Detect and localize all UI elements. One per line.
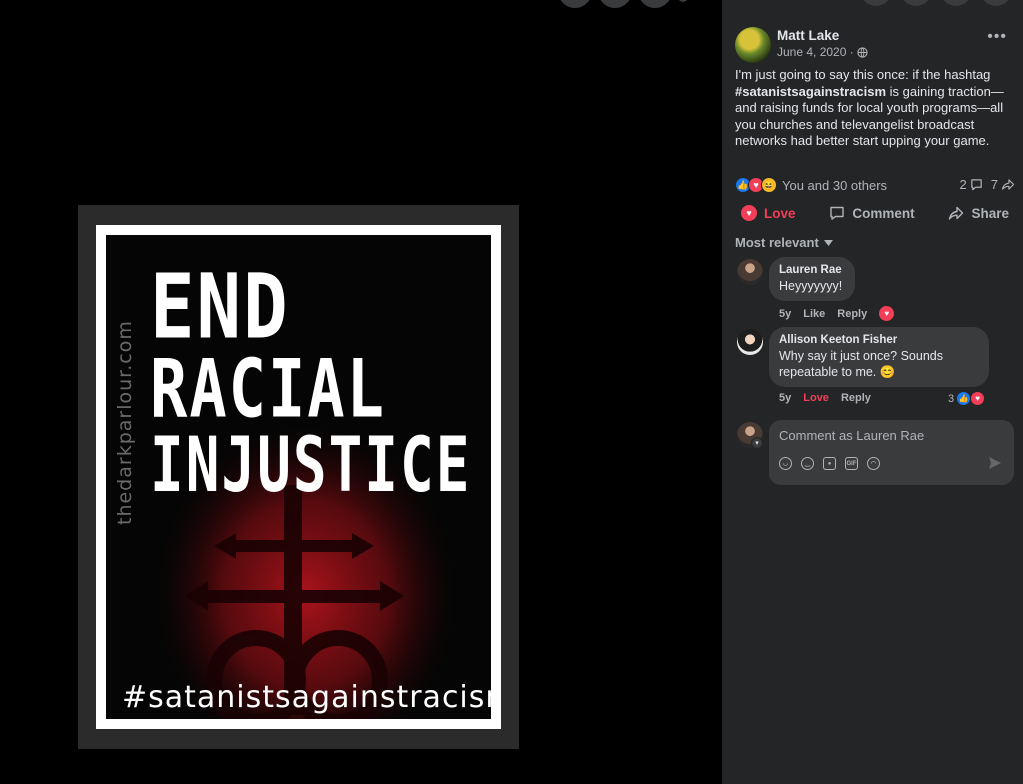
comment-time[interactable]: 5y	[779, 392, 791, 404]
post-text-start: I'm just going to say this once: if the …	[735, 67, 991, 82]
share-count[interactable]: 7	[991, 177, 1015, 192]
love-button[interactable]: ♥ Love	[735, 203, 802, 223]
comment-reply-button[interactable]: Reply	[837, 308, 867, 320]
messenger-button[interactable]	[900, 0, 932, 6]
zoom-in-button[interactable]	[598, 0, 632, 8]
share-count-value: 7	[990, 177, 998, 192]
love-icon: ♥	[879, 306, 895, 321]
comment-time[interactable]: 5y	[779, 308, 791, 320]
comment-button[interactable]: Comment	[823, 203, 920, 223]
share-button[interactable]: Share	[942, 203, 1015, 223]
comment-meta: 5y Love Reply	[779, 392, 871, 404]
chevron-down-icon	[823, 239, 833, 246]
zoom-out-button[interactable]	[558, 0, 592, 8]
post-date-text: June 4, 2020 ·	[777, 45, 854, 59]
comment-icon	[830, 206, 845, 220]
poster-line-1: END	[150, 255, 290, 359]
commenter-avatar[interactable]	[737, 259, 763, 285]
love-icon: ♥	[970, 391, 986, 406]
comment-icon	[971, 179, 982, 191]
options-dot[interactable]	[678, 0, 688, 2]
post-body: I'm just going to say this once: if the …	[735, 67, 1015, 150]
comment-reply-button[interactable]: Reply	[841, 392, 871, 404]
menu-button[interactable]	[860, 0, 892, 6]
like-icon: 👍	[956, 391, 972, 406]
poster-line-3: INJUSTICE	[150, 422, 472, 510]
comment-count[interactable]: 2	[960, 177, 983, 192]
composer-tools: ◡ ‿ ● GIF ◠	[779, 457, 880, 470]
commenter-name[interactable]: Allison Keeton Fisher	[779, 334, 979, 346]
emoji-icon[interactable]: ‿	[801, 457, 814, 470]
poster-line-2: RACIAL	[150, 341, 386, 437]
love-button-label: Love	[764, 205, 796, 221]
commenter-avatar[interactable]	[737, 329, 763, 355]
comment-filter-dropdown[interactable]: Most relevant	[735, 235, 833, 250]
commenter-name[interactable]: Lauren Rae	[779, 264, 845, 276]
comment-reaction-value: 3	[948, 392, 955, 405]
share-icon	[949, 206, 964, 220]
avatar-sticker-icon[interactable]: ◡	[779, 457, 792, 470]
comment-composer[interactable]: Comment as Lauren Rae ◡ ‿ ● GIF ◠	[769, 420, 1014, 485]
post-actions: ♥ Love Comment Share	[735, 203, 1015, 223]
viewer-controls	[558, 0, 688, 8]
photo-viewer: thedarkparlour.com END RACIAL INJUSTICE …	[0, 0, 722, 784]
share-icon	[1001, 179, 1015, 190]
reaction-summary[interactable]: 👍 ♥ 😆 You and 30 others	[735, 177, 887, 193]
comment-love-button[interactable]: Love	[803, 392, 829, 404]
sticker-icon[interactable]: ◠	[867, 457, 880, 470]
comment-count-value: 2	[959, 177, 967, 192]
post-panel: Matt Lake June 4, 2020 · ••• I'm just go…	[722, 0, 1023, 784]
engagement-counts: 2 7	[960, 177, 1015, 192]
love-icon: ♥	[741, 205, 757, 221]
comment-reaction-count[interactable]: 3 👍 ♥	[948, 391, 986, 406]
comment-bubble: Allison Keeton Fisher Why say it just on…	[769, 327, 989, 387]
comment-button-label: Comment	[852, 205, 915, 221]
comment-filter-label: Most relevant	[735, 235, 819, 250]
composer-avatar[interactable]: ▾	[737, 422, 763, 449]
haha-icon: 😆	[761, 177, 777, 193]
comment-meta: 5y Like Reply ♥	[779, 306, 895, 321]
camera-icon[interactable]: ●	[823, 457, 836, 470]
chevron-down-icon[interactable]: ▾	[751, 437, 763, 449]
tag-button[interactable]	[638, 0, 672, 8]
post-date[interactable]: June 4, 2020 ·	[777, 45, 868, 59]
poster-artwork: thedarkparlour.com END RACIAL INJUSTICE …	[96, 225, 501, 729]
post-hashtag-link[interactable]: #satanistsagainstracism	[735, 84, 886, 99]
gif-icon[interactable]: GIF	[845, 457, 858, 470]
poster-side-url: thedarkparlour.com	[114, 320, 136, 525]
author-avatar[interactable]	[735, 27, 771, 63]
comment-bubble: Lauren Rae Heyyyyyyy!	[769, 257, 855, 301]
reaction-count-text: You and 30 others	[782, 177, 888, 193]
header-controls	[860, 0, 1012, 6]
poster-hashtag: #satanistsagainstracism	[122, 680, 501, 715]
send-icon[interactable]	[988, 456, 1002, 470]
account-button[interactable]	[980, 0, 1012, 6]
post-photo[interactable]: thedarkparlour.com END RACIAL INJUSTICE …	[78, 205, 519, 749]
globe-icon	[857, 46, 868, 58]
comment-like-button[interactable]: Like	[803, 308, 825, 320]
share-button-label: Share	[971, 205, 1009, 221]
more-options-button[interactable]: •••	[987, 28, 1007, 46]
notifications-button[interactable]	[940, 0, 972, 6]
comment-text: Heyyyyyyy!	[779, 279, 843, 293]
comment-input[interactable]: Comment as Lauren Rae	[779, 428, 924, 443]
author-name[interactable]: Matt Lake	[777, 28, 839, 43]
comment-text: Why say it just once? Sounds repeatable …	[779, 349, 943, 379]
